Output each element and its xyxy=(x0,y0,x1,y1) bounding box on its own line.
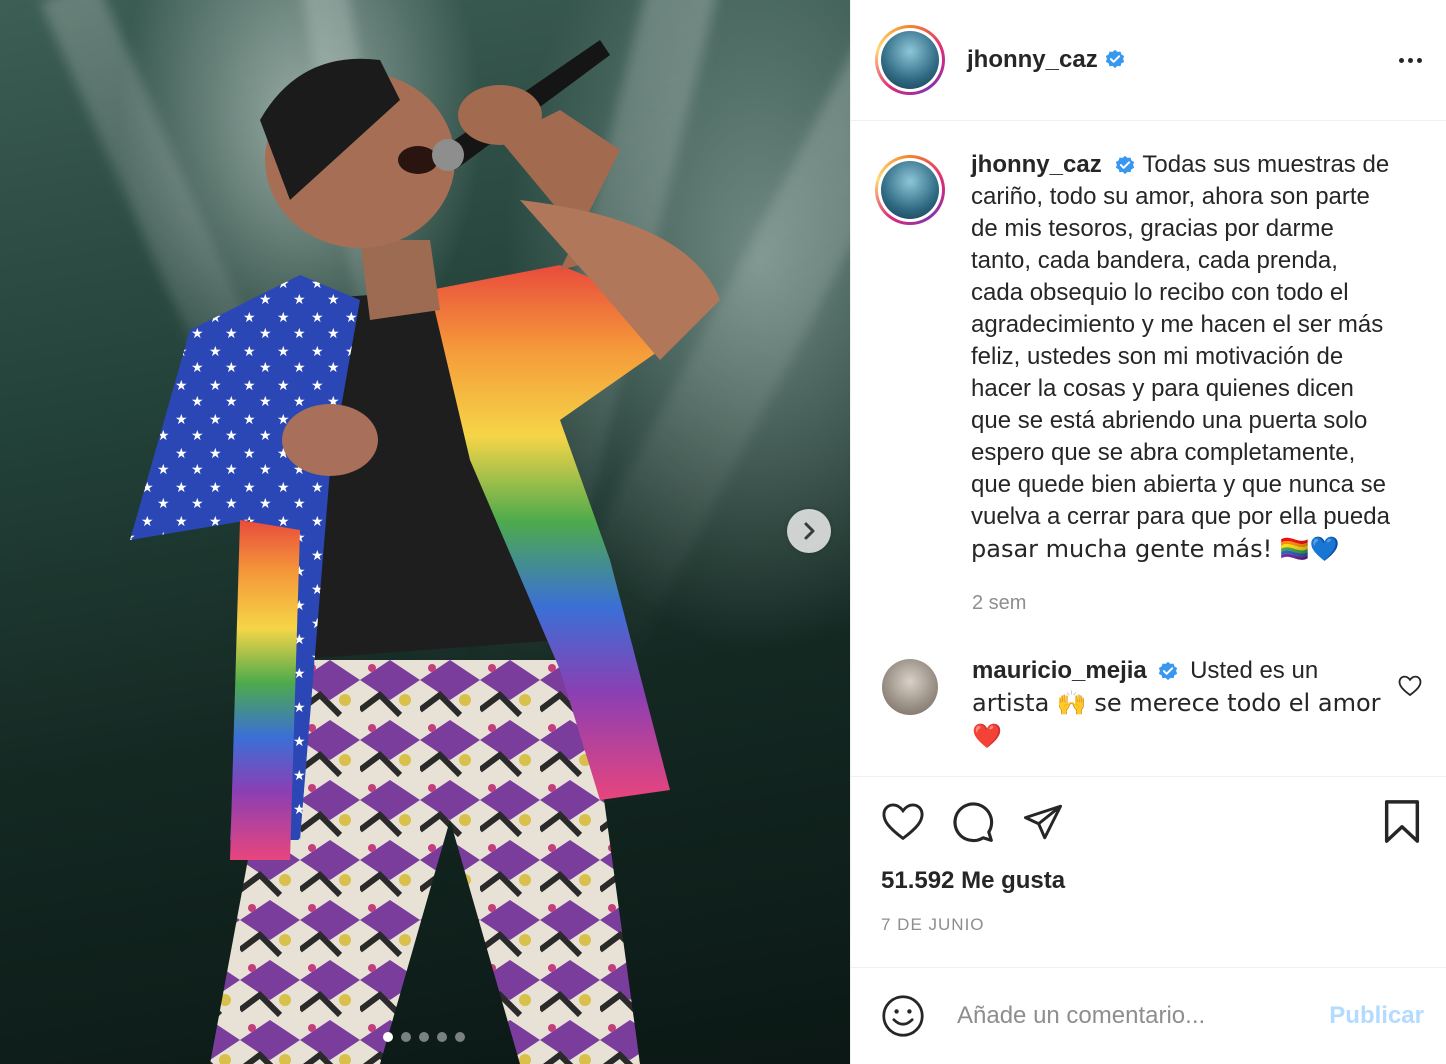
bookmark-icon xyxy=(1384,800,1420,843)
smiley-face-icon xyxy=(882,995,924,1037)
comment-input[interactable] xyxy=(955,1001,1330,1031)
heart-outline-icon xyxy=(1398,675,1422,697)
caption-line: cada obsequio lo recibo con todo el xyxy=(971,279,1349,306)
chevron-right-icon xyxy=(804,522,815,540)
share-button[interactable] xyxy=(1021,801,1065,843)
caption-line: pasar mucha gente más! 🏳️‍🌈💙 xyxy=(971,535,1340,563)
verified-badge-icon xyxy=(1116,155,1135,174)
comments-section: jhonny_caz Todas sus muestras de cariño,… xyxy=(851,121,1446,777)
comment-line: Usted es un xyxy=(1190,657,1319,684)
verified-badge-icon xyxy=(1105,49,1124,69)
post-photo[interactable]: ★ ★ xyxy=(0,0,850,1064)
save-button[interactable] xyxy=(1382,799,1422,845)
post-header: jhonny_caz xyxy=(851,0,1446,121)
caption-timestamp[interactable]: 2 sem xyxy=(972,592,1422,615)
comment-line: ❤️ xyxy=(972,722,1002,750)
post-details-panel: jhonny_caz jhonny_caz Todas sus muestras… xyxy=(850,0,1446,1064)
caption-line: espero que se abra completamente, xyxy=(971,439,1356,466)
caption-username[interactable]: jhonny_caz xyxy=(971,151,1102,178)
author-avatar[interactable] xyxy=(875,25,945,95)
caption-line: que se está abriendo una puerta solo xyxy=(971,407,1368,434)
author-username[interactable]: jhonny_caz xyxy=(967,46,1098,74)
carousel-dot xyxy=(401,1032,411,1042)
comment-item: mauricio_mejia Usted es un artista 🙌 se … xyxy=(875,657,1422,753)
comment-line: artista 🙌 se merece todo el amor xyxy=(972,689,1381,717)
caption-avatar[interactable] xyxy=(875,155,945,225)
caption-line: de mis tesoros, gracias por darme xyxy=(971,215,1334,242)
comment-text: mauricio_mejia Usted es un artista 🙌 se … xyxy=(972,655,1382,753)
comment-like-button[interactable] xyxy=(1398,675,1422,702)
caption-line: cariño, todo su amor, ahora son parte xyxy=(971,183,1370,210)
more-dot xyxy=(1408,57,1413,63)
commenter-username[interactable]: mauricio_mejia xyxy=(972,657,1147,684)
caption-line: agradecimiento y me hacen el ser más xyxy=(971,311,1384,338)
more-dot xyxy=(1417,57,1422,63)
carousel-dots xyxy=(0,1032,850,1042)
singer-illustration: ★ ★ xyxy=(130,40,720,1064)
caption-line: tanto, cada bandera, cada prenda, xyxy=(971,247,1338,274)
carousel-dot xyxy=(383,1032,393,1042)
add-comment-bar: Publicar xyxy=(851,967,1446,1064)
comment-button[interactable] xyxy=(951,800,995,844)
author-avatar-image xyxy=(881,31,939,89)
post-date[interactable]: 7 DE JUNIO xyxy=(851,915,1446,967)
publish-button[interactable]: Publicar xyxy=(1329,1002,1424,1030)
commenter-avatar[interactable] xyxy=(882,659,938,715)
caption-line: que quede bien abierta y que nunca se xyxy=(971,471,1386,498)
caption-line: feliz, ustedes son mi motivación de xyxy=(971,343,1344,370)
carousel-dot xyxy=(455,1032,465,1042)
caption-line: hacer la cosas y para quienes dicen xyxy=(971,375,1354,402)
caption-text: jhonny_caz Todas sus muestras de cariño,… xyxy=(971,149,1390,566)
comment-bubble-icon xyxy=(953,802,994,843)
carousel-dot xyxy=(437,1032,447,1042)
post-actions-bar xyxy=(851,777,1446,867)
post-caption: jhonny_caz Todas sus muestras de cariño,… xyxy=(875,151,1422,566)
more-options-button[interactable] xyxy=(1399,50,1422,71)
heart-outline-icon xyxy=(882,803,924,841)
carousel-dot xyxy=(419,1032,429,1042)
like-button[interactable] xyxy=(881,802,925,842)
caption-line: vuelva a cerrar para que por ella pueda xyxy=(971,503,1390,530)
paper-plane-icon xyxy=(1024,804,1062,840)
verified-badge-icon xyxy=(1159,661,1178,680)
caption-avatar-image xyxy=(881,161,939,219)
likes-count[interactable]: 51.592 Me gusta xyxy=(851,867,1446,895)
emoji-picker-button[interactable] xyxy=(881,994,925,1038)
caption-line: Todas sus muestras de xyxy=(1142,151,1390,178)
next-slide-button[interactable] xyxy=(787,509,831,553)
more-dot xyxy=(1399,57,1404,63)
